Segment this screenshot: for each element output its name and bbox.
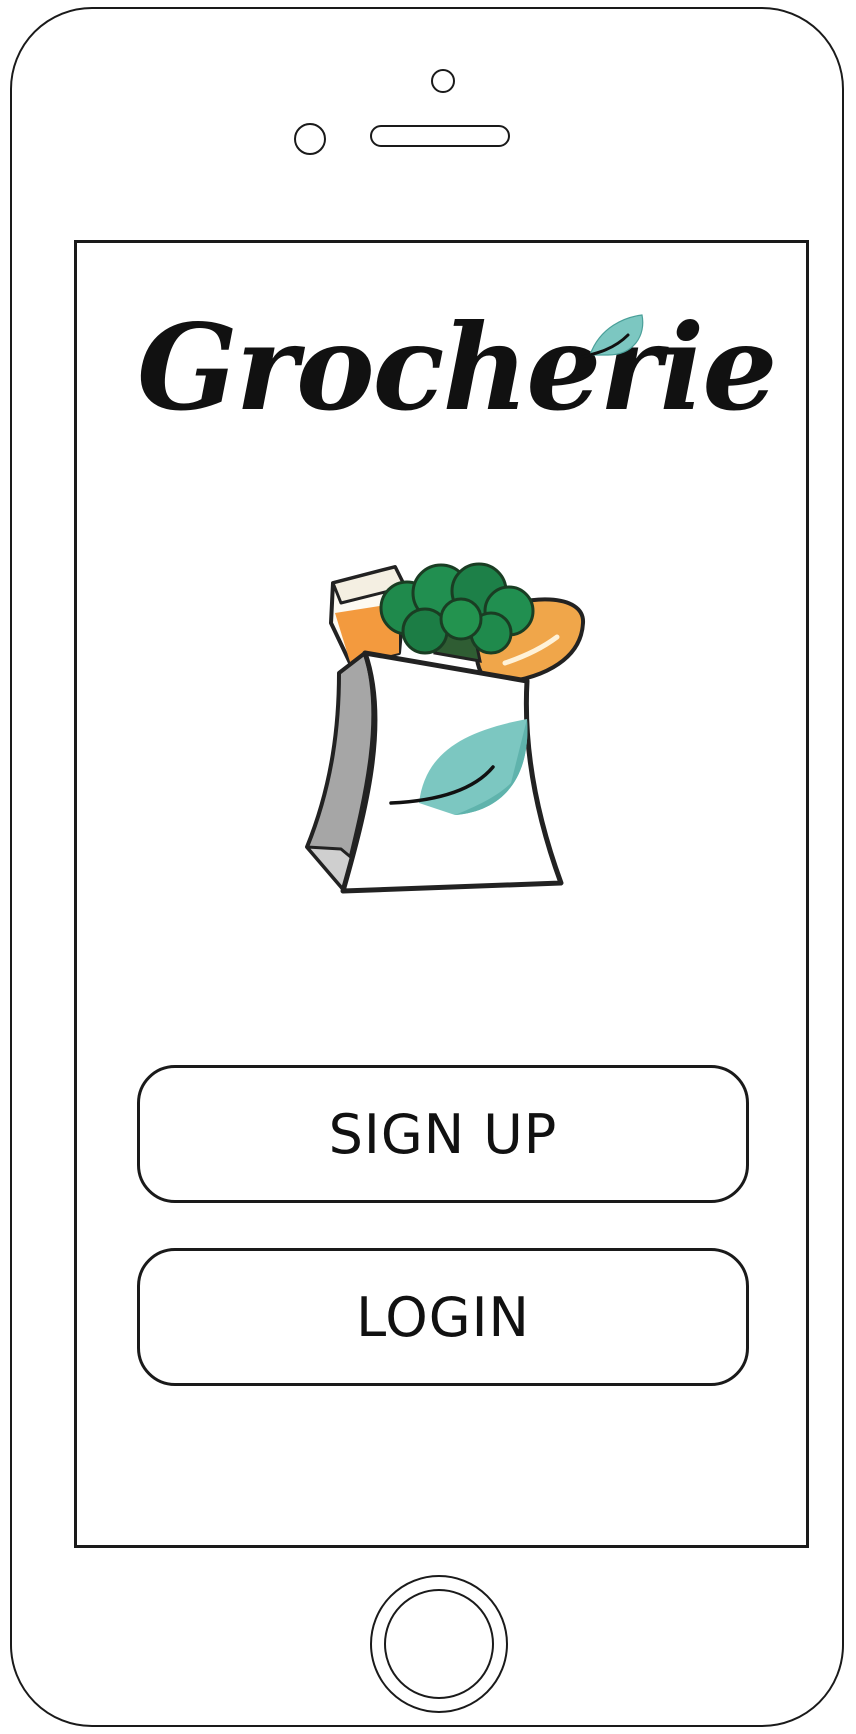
login-label: LOGIN	[356, 1285, 530, 1349]
front-camera-icon	[431, 69, 455, 93]
sign-up-label: SIGN UP	[328, 1102, 558, 1166]
speaker-grille	[370, 125, 510, 147]
app-logo: Grocherie	[137, 283, 777, 453]
sign-up-button[interactable]: SIGN UP	[137, 1065, 749, 1203]
app-screen: Grocherie SIGN UP LOGIN	[74, 240, 809, 1548]
phone-frame: Grocherie SIGN UP LOGIN	[10, 7, 844, 1727]
home-button[interactable]	[370, 1575, 508, 1713]
login-button[interactable]: LOGIN	[137, 1248, 749, 1386]
grocery-bag-icon	[305, 562, 586, 894]
home-button-ring	[384, 1589, 494, 1699]
logo-text: Grocherie	[137, 298, 777, 437]
paper-bag-icon	[305, 650, 564, 894]
leaf-icon	[580, 314, 644, 359]
sensor-icon	[294, 123, 326, 155]
